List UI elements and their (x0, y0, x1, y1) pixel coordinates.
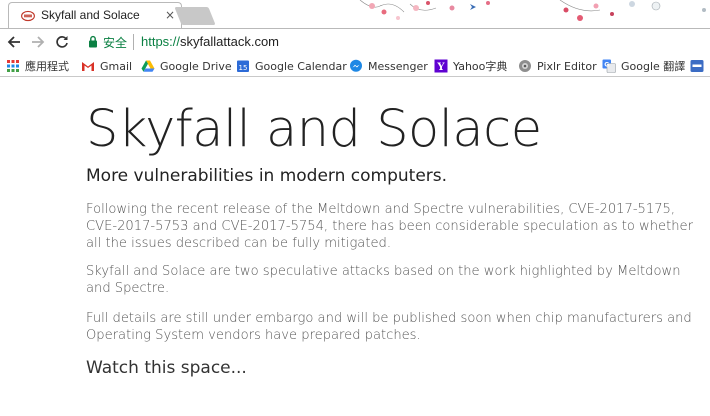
intro-paragraph: Following the recent release of the Melt… (86, 202, 693, 251)
page-subtitle: More vulnerabilities in modern computers… (86, 166, 448, 186)
back-button[interactable] (4, 32, 24, 52)
forward-arrow-icon (32, 36, 45, 48)
bookmark-label: Messenger (368, 59, 428, 73)
embargo-paragraph: Full details are still under embargo and… (86, 311, 692, 343)
svg-text:Y: Y (436, 62, 445, 73)
url-host: skyfallattack.com (180, 34, 280, 49)
lock-icon (89, 35, 97, 48)
yahoo-icon: Y (434, 59, 448, 73)
active-tab[interactable]: Skyfall and Solace × (8, 2, 182, 28)
description-paragraph: Skyfall and Solace are two speculative a… (86, 264, 681, 296)
svg-text:15: 15 (239, 64, 248, 72)
messenger-icon (350, 59, 362, 72)
closing-heading: Watch this space... (86, 358, 247, 378)
bookmark-label: Gmail (100, 59, 133, 73)
url-text[interactable]: https://skyfallattack.com (141, 34, 279, 49)
bookmark-pixlr-editor[interactable]: Pixlr Editor (518, 57, 597, 75)
pixlr-icon (519, 60, 531, 72)
google-translate-icon: G (602, 59, 616, 73)
apps-grid-icon (7, 60, 19, 72)
bookmarks-bar: 應用程式 Gmail Google Drive 15 Google Calend… (0, 55, 710, 77)
intel-logo-icon (21, 10, 35, 22)
svg-text:G: G (604, 62, 609, 69)
page-title: Skyfall and Solace (86, 100, 542, 159)
tab-strip: Skyfall and Solace × (0, 0, 710, 28)
bookmark-label: Google 翻譯 (621, 60, 686, 73)
forward-button[interactable] (28, 32, 48, 52)
address-bar[interactable]: 安全 https://skyfallattack.com (78, 30, 710, 54)
browser-toolbar: 安全 https://skyfallattack.com (0, 28, 710, 55)
tab-title: Skyfall and Solace (41, 8, 140, 22)
bookmark-label: Pixlr Editor (537, 59, 597, 73)
reload-icon (56, 36, 68, 48)
bookmark-label: Google Drive (160, 59, 232, 73)
new-tab-button[interactable] (174, 7, 216, 25)
bookmark-apps[interactable]: 應用程式 (6, 57, 69, 75)
gmail-icon (82, 62, 94, 71)
security-label: 安全 (103, 36, 128, 50)
bookmark-label: Yahoo字典 (453, 60, 508, 73)
bookmark-google-drive[interactable]: Google Drive (141, 57, 232, 75)
reload-button[interactable] (52, 32, 72, 52)
google-drive-icon (141, 60, 155, 72)
bookmark-label: Google Calendar (255, 59, 347, 73)
bookmark-gmail[interactable]: Gmail (81, 57, 132, 75)
bookmark-overflow[interactable] (690, 57, 709, 75)
bookmark-label: 應用程式 (25, 60, 69, 73)
bookmark-messenger[interactable]: Messenger (349, 57, 428, 75)
bookmark-app-icon (690, 60, 704, 72)
address-separator (133, 34, 134, 50)
back-arrow-icon (7, 36, 20, 48)
bookmark-google-translate[interactable]: G Google 翻譯 (602, 57, 685, 75)
bookmark-google-calendar[interactable]: 15 Google Calendar (236, 57, 347, 75)
url-scheme: https:// (141, 34, 181, 49)
bookmark-yahoo-dictionary[interactable]: Y Yahoo字典 (434, 57, 507, 75)
google-calendar-icon: 15 (237, 60, 249, 72)
